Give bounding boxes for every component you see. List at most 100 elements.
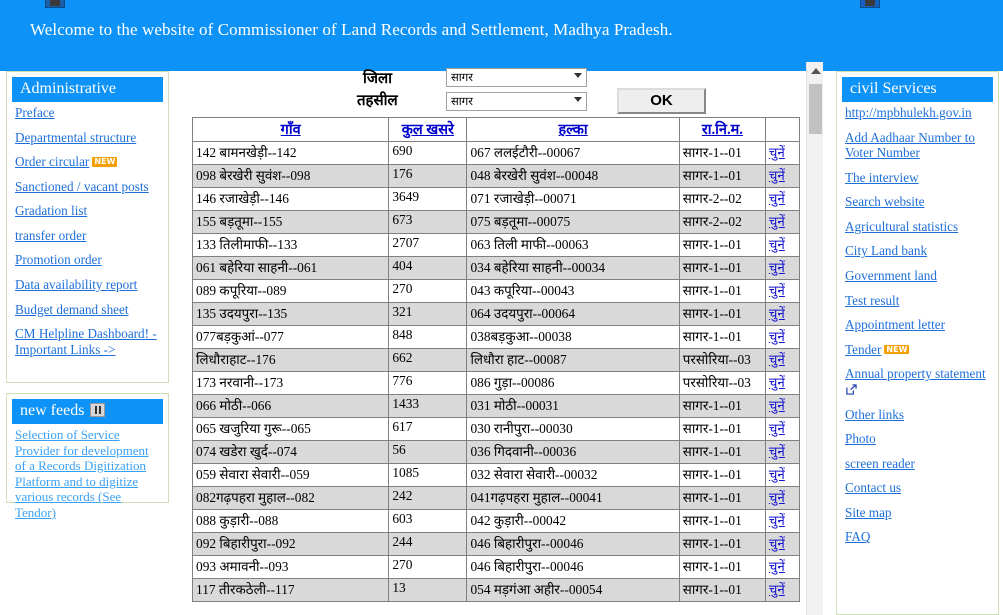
cell-village: 059 सेवारा सेवारी--059	[192, 463, 390, 487]
civil-services-link-list: http://mpbhulekh.gov.in Add Aadhaar Numbe…	[837, 102, 998, 560]
select-village-link[interactable]: चुनें	[769, 467, 785, 482]
select-village-link[interactable]: चुनें	[769, 559, 785, 574]
new-badge-icon: NEW	[92, 157, 118, 167]
ok-button[interactable]: OK	[617, 88, 706, 114]
select-village-link[interactable]: चुनें	[769, 306, 785, 321]
page-scrollbar[interactable]	[806, 62, 823, 615]
cell-total-khasra: 404	[388, 256, 468, 280]
link-label: Search website	[845, 194, 925, 210]
admin-link-gradation-list[interactable]: Gradation list	[15, 203, 162, 219]
cell-halka: 064 उदयपुरा--00064	[466, 302, 680, 326]
cell-select: चुनें	[764, 348, 800, 372]
civil-link-the-interview[interactable]: The interview	[845, 170, 992, 186]
civil-link-site-map[interactable]: Site map	[845, 505, 992, 521]
link-label: Contact us	[845, 480, 902, 496]
admin-link-transfer-order[interactable]: transfer order	[15, 228, 162, 244]
cell-ranim: परसोरिया--03	[678, 348, 766, 372]
cell-select: चुनें	[764, 394, 800, 418]
tehsil-selected-value: सागर	[451, 96, 473, 108]
select-village-link[interactable]: चुनें	[769, 237, 785, 252]
cell-total-khasra: 662	[388, 348, 468, 372]
civil-link-government-land[interactable]: Government land	[845, 268, 992, 284]
column-header-halka[interactable]: हल्का	[466, 117, 680, 142]
scrollbar-thumb[interactable]	[809, 84, 822, 134]
select-village-link[interactable]: चुनें	[769, 168, 785, 183]
column-header-total-khasra[interactable]: कुल खसरे	[388, 117, 468, 142]
cell-halka: लिधौरा हाट--00087	[466, 348, 680, 372]
cell-halka: 038बड़कुआ--00038	[466, 325, 680, 349]
select-village-link[interactable]: चुनें	[769, 283, 785, 298]
civil-link-city-land-bank[interactable]: City Land bank	[845, 243, 992, 259]
cell-halka: 075 बड़तूमा--00075	[466, 210, 680, 234]
cell-ranim: सागर-1--01	[678, 440, 766, 464]
admin-link-budget-demand-sheet[interactable]: Budget demand sheet	[15, 302, 162, 318]
cell-total-khasra: 270	[388, 555, 468, 579]
civil-link-agricultural-statistics[interactable]: Agricultural statistics	[845, 219, 992, 235]
civil-link-annual-property-statement[interactable]: Annual property statement	[845, 366, 992, 397]
cell-total-khasra: 321	[388, 302, 468, 326]
banner-welcome-text: Welcome to the website of Commissioner o…	[30, 20, 673, 39]
cell-select: चुनें	[764, 256, 800, 280]
cell-village: 093 अमावनी--093	[192, 555, 390, 579]
select-village-link[interactable]: चुनें	[769, 444, 785, 459]
civil-link-other-links[interactable]: Other links	[845, 407, 992, 423]
select-village-link[interactable]: चुनें	[769, 329, 785, 344]
select-village-link[interactable]: चुनें	[769, 398, 785, 413]
civil-link-appointment-letter[interactable]: Appointment letter	[845, 317, 992, 333]
cell-select: चुनें	[764, 555, 800, 579]
new-feeds-label: new feeds	[20, 402, 85, 419]
link-label: Photo	[845, 431, 876, 447]
admin-link-sanctioned-vacant-posts[interactable]: Sanctioned / vacant posts	[15, 179, 162, 195]
civil-link-tender[interactable]: Tender NEW	[845, 342, 992, 358]
triangle-up-icon[interactable]	[811, 68, 821, 74]
cell-halka: 030 रानीपुरा--00030	[466, 417, 680, 441]
admin-link-departmental-structure[interactable]: Departmental structure	[15, 130, 162, 146]
link-label: Agricultural statistics	[845, 218, 959, 234]
select-village-link[interactable]: चुनें	[769, 375, 785, 390]
link-label: CM Helpline Dashboard! - Important Links…	[15, 326, 157, 357]
select-village-link[interactable]: चुनें	[769, 582, 785, 597]
admin-link-promotion-order[interactable]: Promotion order	[15, 252, 162, 268]
civil-link-photo[interactable]: Photo	[845, 431, 992, 447]
select-village-link[interactable]: चुनें	[769, 536, 785, 551]
cell-select: चुनें	[764, 141, 800, 165]
civil-link-contact-us[interactable]: Contact us	[845, 480, 992, 496]
select-village-link[interactable]: चुनें	[769, 191, 785, 206]
cell-village: 092 बिहारीपुरा--092	[192, 532, 390, 556]
civil-link-http-mpbhulekh-gov-in[interactable]: http://mpbhulekh.gov.in	[845, 105, 992, 121]
select-village-link[interactable]: चुनें	[769, 421, 785, 436]
cell-ranim: सागर-1--01	[678, 325, 766, 349]
civil-link-search-website[interactable]: Search website	[845, 194, 992, 210]
table-row: लिधौराहाट--176 662 लिधौरा हाट--00087 परसोरि…	[192, 348, 800, 372]
admin-link-preface[interactable]: Preface	[15, 105, 162, 121]
admin-link-cm-helpline-dashboard-important-links[interactable]: CM Helpline Dashboard! - Important Links…	[15, 326, 162, 357]
cell-halka: 032 सेवारा सेवारी--00032	[466, 463, 680, 487]
civil-link-test-result[interactable]: Test result	[845, 293, 992, 309]
column-header-village[interactable]: गाँव	[192, 117, 390, 142]
civil-link-add-aadhaar-number-to-voter-number[interactable]: Add Aadhaar Number to Voter Number	[845, 130, 992, 161]
select-village-link[interactable]: चुनें	[769, 260, 785, 275]
civil-link-screen-reader[interactable]: screen reader	[845, 456, 992, 472]
cell-halka: 046 बिहारीपुरा--00046	[466, 532, 680, 556]
cell-village: 117 तीरकठेली--117	[192, 578, 390, 602]
select-village-link[interactable]: चुनें	[769, 513, 785, 528]
village-table-body: 142 बामनखेड़ी--142 690 067 ललईटौरी--00067 स…	[192, 141, 800, 602]
cell-village: 146 रजाखेड़ी--146	[192, 187, 390, 211]
village-table: गाँव कुल खसरे हल्का रा.नि.म. 142 बामनखेड…	[192, 117, 800, 602]
tehsil-select[interactable]: सागर	[446, 92, 587, 111]
admin-link-data-availability-report[interactable]: Data availability report	[15, 277, 162, 293]
cell-halka: 048 बेरखेरी सुवंश--00048	[466, 164, 680, 188]
pause-icon[interactable]	[90, 403, 106, 417]
civil-link-faq[interactable]: FAQ	[845, 529, 992, 545]
select-village-link[interactable]: चुनें	[769, 352, 785, 367]
cell-total-khasra: 848	[388, 325, 468, 349]
select-village-link[interactable]: चुनें	[769, 490, 785, 505]
select-village-link[interactable]: चुनें	[769, 145, 785, 160]
column-header-ranim[interactable]: रा.नि.म.	[678, 117, 766, 142]
district-select[interactable]: सागर	[446, 68, 587, 87]
link-label: Order circular	[15, 154, 90, 170]
admin-link-order-circular[interactable]: Order circular NEW	[15, 154, 162, 170]
table-row: 061 बहेरिया साहनी--061 404 034 बहेरिया साह…	[192, 256, 800, 280]
feed-item-link[interactable]: Selection of Service Provider for develo…	[15, 427, 162, 521]
select-village-link[interactable]: चुनें	[769, 214, 785, 229]
